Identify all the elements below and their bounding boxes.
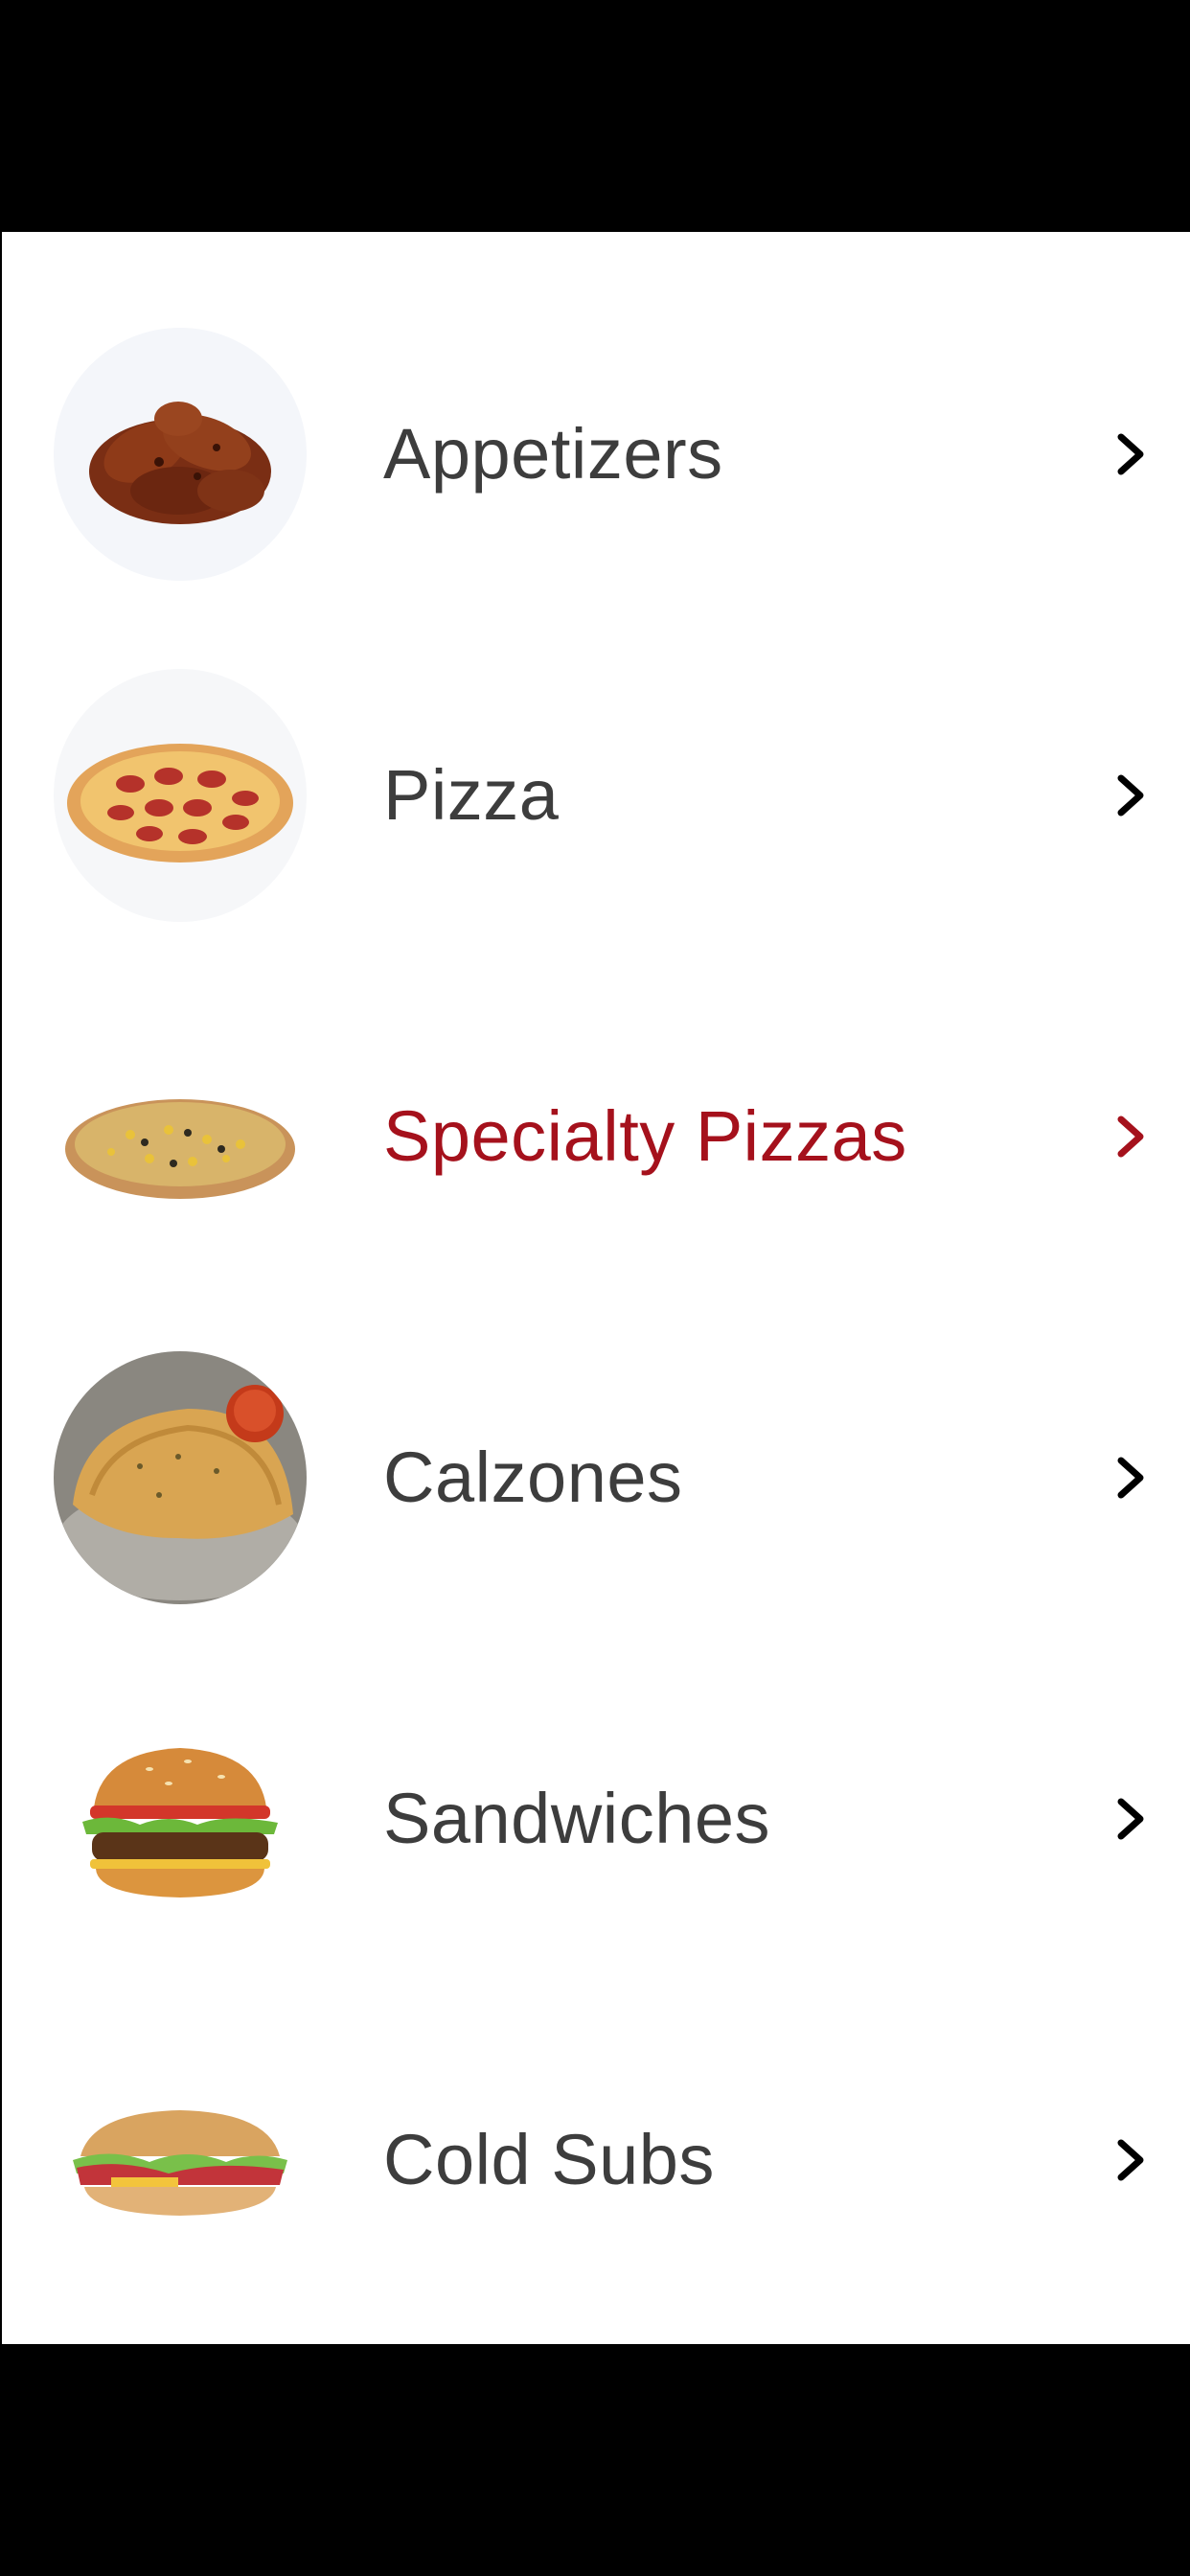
menu-item-cold-subs[interactable]: Cold Subs	[2, 1990, 1190, 2331]
chevron-right-icon	[1106, 1453, 1156, 1503]
burger-icon	[54, 1692, 307, 1945]
menu-item-label: Appetizers	[383, 414, 723, 494]
pepperoni-pizza-icon	[54, 669, 307, 922]
menu-item-label: Sandwiches	[383, 1779, 771, 1858]
menu-item-specialty-pizzas[interactable]: Specialty Pizzas	[2, 966, 1190, 1307]
menu-item-calzones[interactable]: Calzones	[2, 1307, 1190, 1648]
chevron-right-icon	[1106, 1794, 1156, 1844]
menu-item-label: Calzones	[383, 1438, 683, 1517]
category-menu: Appetizers Pizza Specialty Pizzas Calzon…	[2, 232, 1190, 2344]
sub-sandwich-icon	[54, 2034, 307, 2287]
menu-item-pizza[interactable]: Pizza	[2, 625, 1190, 966]
chevron-right-icon	[1106, 770, 1156, 820]
calzone-icon	[54, 1351, 307, 1604]
status-bar	[0, 0, 1190, 232]
chevron-right-icon	[1106, 429, 1156, 479]
menu-item-appetizers[interactable]: Appetizers	[2, 284, 1190, 625]
menu-item-label: Specialty Pizzas	[383, 1096, 907, 1176]
menu-item-label: Cold Subs	[383, 2120, 715, 2199]
chevron-right-icon	[1106, 2135, 1156, 2185]
chicken-wings-icon	[54, 328, 307, 581]
navigation-bar	[0, 2344, 1190, 2576]
chevron-right-icon	[1106, 1112, 1156, 1162]
specialty-pizza-icon	[54, 1010, 307, 1263]
menu-item-sandwiches[interactable]: Sandwiches	[2, 1648, 1190, 1990]
menu-item-label: Pizza	[383, 755, 560, 835]
